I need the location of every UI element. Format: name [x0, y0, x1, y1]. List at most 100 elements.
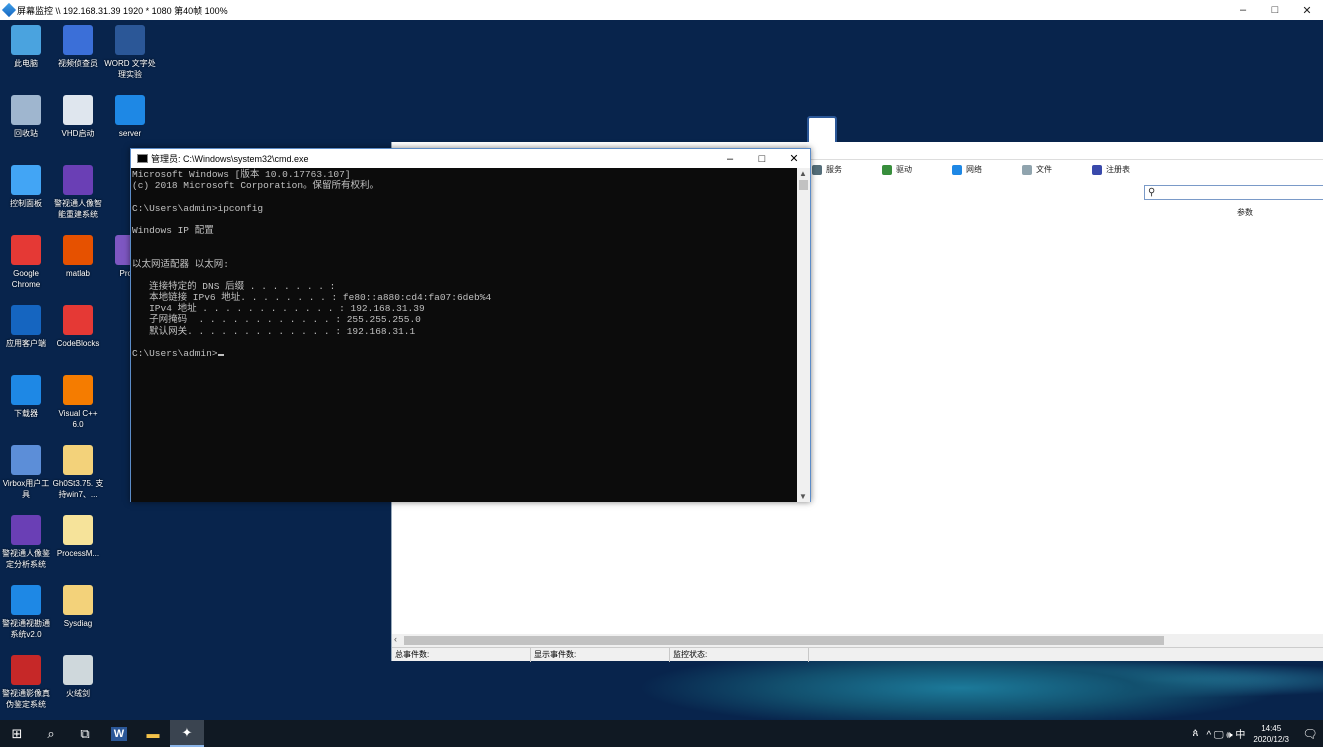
cmd-window[interactable]: 管理员: C:\Windows\system32\cmd.exe – □ ✕ M…: [130, 148, 811, 502]
desktop-icon-label: 此电脑: [14, 59, 38, 68]
desktop-icon-label: VHD启动: [61, 129, 95, 138]
taskbar-huorong[interactable]: ✦: [170, 720, 204, 747]
notification-icon[interactable]: 🗨: [1297, 727, 1323, 741]
desktop-icon-label: matlab: [65, 269, 90, 278]
scroll-up-icon[interactable]: ▲: [799, 169, 807, 178]
console-line-text: C:\Users\admin>ipconfig: [132, 202, 264, 214]
close-button[interactable]: ✕: [1291, 0, 1323, 20]
desktop-icon[interactable]: Gh0St3.75. 支持win7、...: [52, 445, 104, 500]
clock[interactable]: 14:45 2020/12/3: [1253, 723, 1289, 745]
scroll-down-icon[interactable]: ▼: [799, 492, 807, 501]
desktop-icon[interactable]: 下载器: [0, 375, 52, 419]
desktop-icon[interactable]: Visual C++ 6.0: [52, 375, 104, 430]
driver-icon: [882, 164, 892, 175]
computer-icon: [11, 25, 41, 55]
desktop-icon[interactable]: 此电脑: [0, 25, 52, 69]
desktop-icon[interactable]: Google Chrome: [0, 235, 52, 290]
console-line: IPv4 地址 . . . . . . . . . . . . : 192.16…: [132, 303, 798, 314]
console-line-text: Microsoft Windows [版本 10.0.17763.107]: [132, 169, 351, 180]
console-line-text: C:\Users\admin>: [132, 348, 218, 359]
search-input[interactable]: ⚲: [1144, 185, 1323, 200]
console-line-text: 默认网关. . . . . . . . . . . . . : 192.168.…: [132, 325, 416, 337]
desktop-icon[interactable]: 视频侦查员: [52, 25, 104, 69]
taskbar: ⊞ ⌕ ⧉ W ▬ ✦ ጰ ^ 🖵 🕪 中 14:45 2020/12/3 🗨: [0, 720, 1323, 747]
word-icon: W: [110, 726, 128, 741]
toolbar-network[interactable]: 网络: [952, 164, 982, 175]
survey-icon: [11, 585, 41, 615]
desktop-icon[interactable]: ProcessM...: [52, 515, 104, 559]
console-line: C:\Users\admin>: [132, 348, 798, 359]
desktop-icon[interactable]: 警视通人像智能重建系统: [52, 165, 104, 220]
console-line-text: 本地链接 IPv6 地址. . . . . . . . : fe80::a880…: [132, 292, 492, 304]
system-tray: ጰ ^ 🖵 🕪 中 14:45 2020/12/3 🗨: [1192, 720, 1323, 747]
desktop-icon[interactable]: matlab: [52, 235, 104, 279]
cmd-console[interactable]: Microsoft Windows [版本 10.0.17763.107] (c)…: [131, 168, 798, 502]
service-icon: [812, 164, 822, 175]
file-icon: [1022, 164, 1032, 175]
task-view-button[interactable]: ⧉: [68, 720, 102, 747]
desktop-icon[interactable]: WORD 文字处理实验: [104, 25, 156, 80]
desktop-icon[interactable]: VHD启动: [52, 95, 104, 139]
ime-icon[interactable]: ጰ: [1192, 728, 1198, 739]
toolbar-file[interactable]: 文件: [1022, 164, 1052, 175]
cmd-scroll-thumb[interactable]: [799, 180, 808, 190]
cmd-maximize-button[interactable]: □: [746, 149, 778, 168]
desktop-icon-label: 视频侦查员: [58, 59, 98, 68]
taskbar-word[interactable]: W: [102, 720, 136, 747]
start-button[interactable]: ⊞: [0, 720, 34, 747]
desktop-icon[interactable]: 回收站: [0, 95, 52, 139]
maximize-button[interactable]: □: [1259, 0, 1291, 20]
console-line-text: (c) 2018 Microsoft Corporation。保留所有权利。: [132, 180, 380, 192]
file-icon: [63, 515, 93, 545]
desktop-icon[interactable]: 警视通人像鉴定分析系统: [0, 515, 52, 570]
desktop-icon-label: 警视通影像真伪鉴定系统: [2, 689, 50, 709]
registry-icon: [1092, 164, 1102, 175]
scroll-thumb[interactable]: [404, 636, 1164, 645]
word-doc-icon: [115, 25, 145, 55]
toolbar-registry[interactable]: 注册表: [1092, 164, 1130, 175]
monitor-toolbar: 服务 驱动 网络 文件 注册表: [812, 164, 1170, 175]
desktop-icon-label: 警视通视勘通系统v2.0: [2, 619, 50, 639]
face-rebuild-icon: [63, 165, 93, 195]
cmd-close-button[interactable]: ✕: [778, 149, 810, 168]
column-header-params[interactable]: 参数: [1237, 207, 1253, 218]
desktop-icon-label: 警视通人像智能重建系统: [54, 199, 102, 219]
desktop-icon[interactable]: 警视通视勘通系统v2.0: [0, 585, 52, 640]
desktop-icon-label: 警视通人像鉴定分析系统: [2, 549, 50, 569]
console-line: (c) 2018 Microsoft Corporation。保留所有权利。: [132, 180, 798, 191]
outer-window-title: 屏幕监控 \\ 192.168.31.39 1920 * 1080 第40帧 1…: [17, 5, 228, 16]
desktop-icon-label: CodeBlocks: [56, 339, 100, 348]
desktop-icon[interactable]: 控制面板: [0, 165, 52, 209]
desktop-icon[interactable]: 警视通影像真伪鉴定系统: [0, 655, 52, 710]
app-logo-icon: [1, 2, 17, 18]
face-analysis-icon: [11, 515, 41, 545]
cmd-titlebar[interactable]: 管理员: C:\Windows\system32\cmd.exe – □ ✕: [131, 149, 810, 168]
taskbar-explorer[interactable]: ▬: [136, 720, 170, 747]
console-line-text: 以太网适配器 以太网:: [132, 258, 229, 270]
search-icon: ⌕: [47, 725, 55, 741]
horizontal-scrollbar[interactable]: ‹: [392, 634, 1323, 647]
console-line: 连接特定的 DNS 后缀 . . . . . . . :: [132, 281, 798, 292]
console-line-text: Windows IP 配置: [132, 224, 214, 236]
cmd-vertical-scrollbar[interactable]: ▲ ▼: [797, 168, 810, 502]
desktop-icon[interactable]: server: [104, 95, 156, 139]
tray-icons[interactable]: ^ 🖵 🕪 中: [1206, 726, 1245, 741]
toolbar-service[interactable]: 服务: [812, 164, 842, 175]
desktop-icon[interactable]: 应用客户端: [0, 305, 52, 349]
scroll-left-icon[interactable]: ‹: [394, 634, 397, 644]
cmd-minimize-button[interactable]: –: [714, 149, 746, 168]
search-button[interactable]: ⌕: [34, 720, 68, 747]
desktop-icon-label: ProcessM...: [56, 549, 100, 558]
codeblocks-icon: [63, 305, 93, 335]
console-line: 默认网关. . . . . . . . . . . . . : 192.168.…: [132, 326, 798, 337]
toolbar-driver[interactable]: 驱动: [882, 164, 912, 175]
desktop-icon-label: 回收站: [14, 129, 38, 138]
desktop-icon[interactable]: 火绒剑: [52, 655, 104, 699]
desktop-icon[interactable]: Sysdiag: [52, 585, 104, 629]
desktop-icon[interactable]: Virbox用户工具: [0, 445, 52, 500]
minimize-button[interactable]: –: [1227, 0, 1259, 20]
desktop-icon[interactable]: CodeBlocks: [52, 305, 104, 349]
desktop-icon-label: Sysdiag: [63, 619, 93, 628]
